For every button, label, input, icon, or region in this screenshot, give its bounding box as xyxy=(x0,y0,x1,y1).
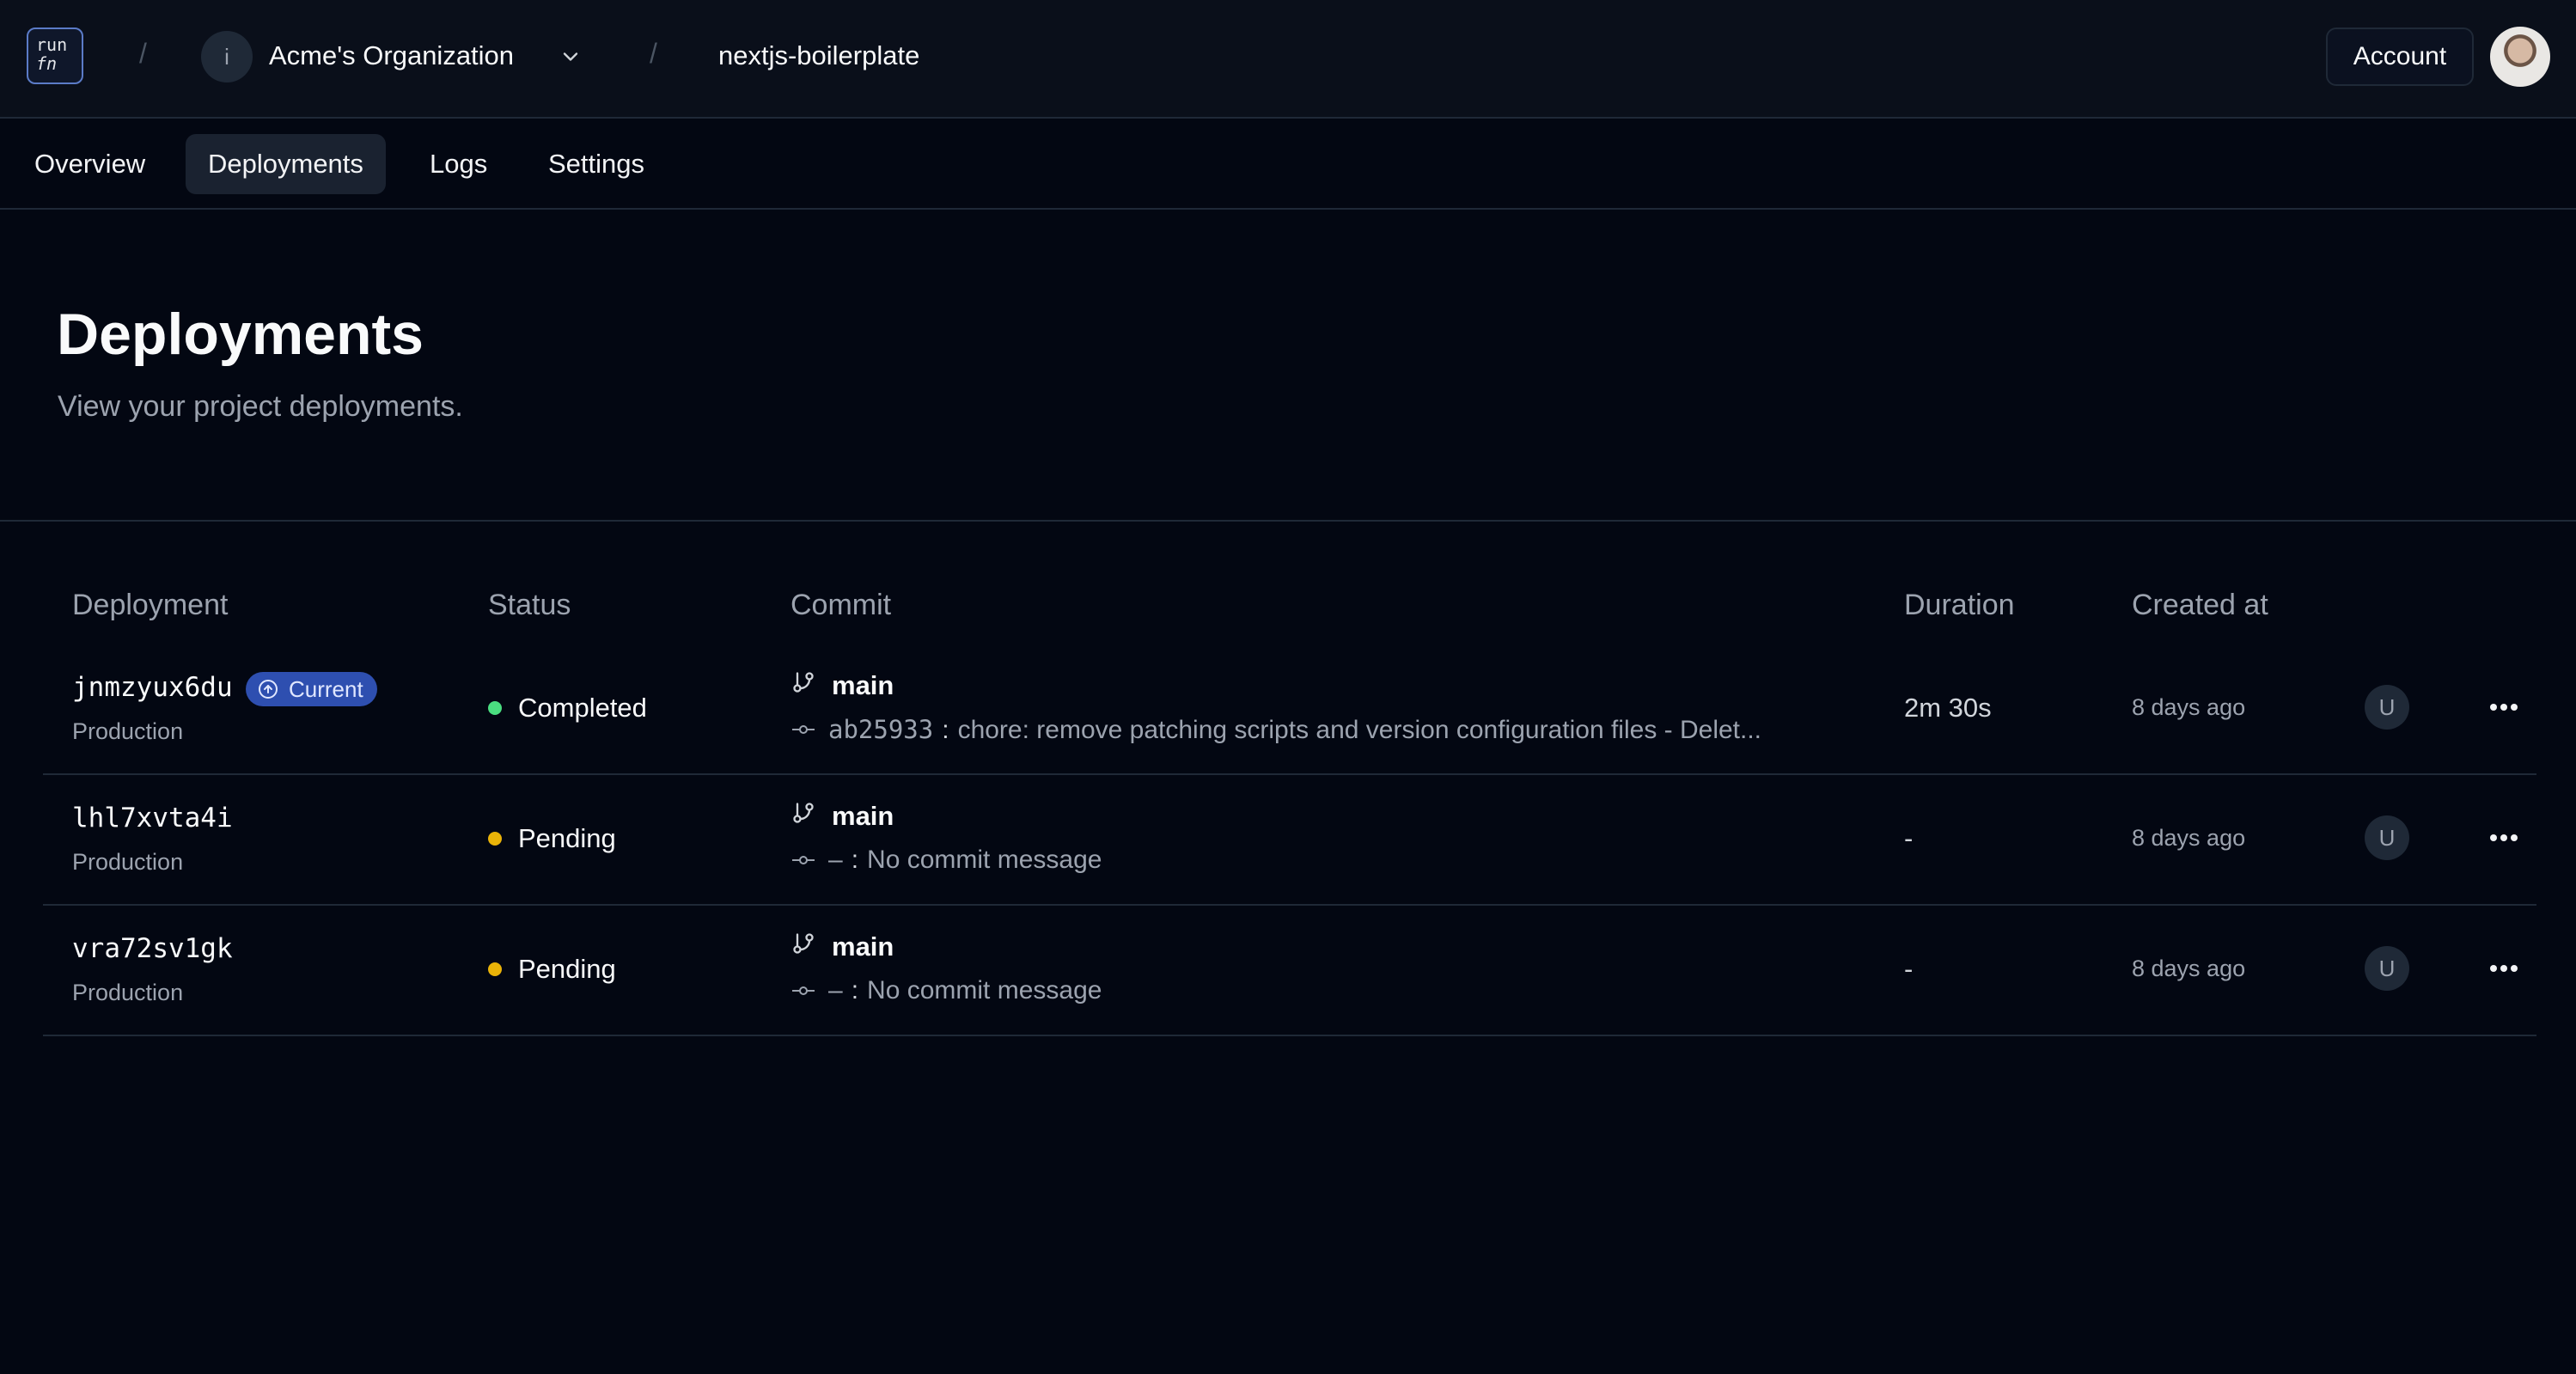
tab-settings[interactable]: Settings xyxy=(526,134,667,194)
chevron-down-icon[interactable] xyxy=(559,45,583,69)
branch-name[interactable]: main xyxy=(832,670,894,701)
column-header-created-at: Created at xyxy=(2132,589,2268,621)
more-horizontal-icon[interactable] xyxy=(2488,963,2519,974)
deployment-duration: - xyxy=(1904,954,1914,984)
breadcrumb-separator: / xyxy=(650,38,657,69)
user-avatar[interactable] xyxy=(2490,27,2550,87)
branch-icon xyxy=(793,933,814,954)
created-at: 8 days ago xyxy=(2132,825,2246,851)
status-dot-completed xyxy=(488,701,502,715)
deployment-id[interactable]: vra72sv1gk xyxy=(72,933,233,964)
branch-icon xyxy=(793,803,814,823)
column-header-commit: Commit xyxy=(791,589,892,621)
column-header-duration: Duration xyxy=(1904,589,2015,621)
user-initial-avatar: U xyxy=(2365,946,2409,991)
runfn-logo[interactable]: run fn xyxy=(27,27,83,84)
branch-icon xyxy=(793,672,814,693)
deployment-duration: - xyxy=(1904,823,1914,853)
deployment-id[interactable]: jnmzyux6du xyxy=(72,672,233,703)
status-dot-pending xyxy=(488,962,502,976)
tab-overview[interactable]: Overview xyxy=(12,134,168,194)
user-initial-avatar: U xyxy=(2365,685,2409,730)
commit-summary[interactable]: ab25933: chore: remove patching scripts a… xyxy=(828,715,1877,745)
status-dot-pending xyxy=(488,832,502,846)
commit-message: No commit message xyxy=(867,976,1102,1005)
table-row[interactable]: lhl7xvta4i Production Pending main –: No … xyxy=(43,775,2536,906)
page-title: Deployments xyxy=(57,302,424,367)
commit-separator: : xyxy=(942,716,949,744)
commit-message: No commit message xyxy=(867,846,1102,874)
branch-name[interactable]: main xyxy=(832,801,894,832)
commit-summary[interactable]: –: No commit message xyxy=(828,976,1877,1005)
top-bar: run fn / i Acme's Organization / nextjs-… xyxy=(0,0,2576,119)
commit-separator: : xyxy=(851,976,859,1005)
project-tabs: Overview Deployments Logs Settings xyxy=(0,119,2576,210)
column-header-status: Status xyxy=(488,589,571,621)
deployment-environment: Production xyxy=(72,718,184,744)
tab-logs[interactable]: Logs xyxy=(407,134,510,194)
org-switcher-label[interactable]: Acme's Organization xyxy=(269,40,514,71)
column-header-deployment: Deployment xyxy=(72,589,229,621)
commit-summary[interactable]: –: No commit message xyxy=(828,846,1877,875)
branch-name[interactable]: main xyxy=(832,931,894,962)
more-horizontal-icon[interactable] xyxy=(2488,702,2519,712)
project-name[interactable]: nextjs-boilerplate xyxy=(718,40,919,71)
commit-message: chore: remove patching scripts and versi… xyxy=(957,716,1762,744)
tab-deployments[interactable]: Deployments xyxy=(186,134,386,194)
deployment-environment: Production xyxy=(72,849,184,875)
created-at: 8 days ago xyxy=(2132,694,2246,720)
breadcrumb-separator: / xyxy=(139,38,147,69)
account-button[interactable]: Account xyxy=(2326,27,2474,86)
section-divider xyxy=(0,520,2576,522)
table-row[interactable]: vra72sv1gk Production Pending main –: No … xyxy=(43,906,2536,1036)
more-horizontal-icon[interactable] xyxy=(2488,833,2519,843)
current-badge: Current xyxy=(246,672,377,706)
status-text: Completed xyxy=(518,693,647,723)
arrow-up-circle-icon xyxy=(259,680,278,699)
commit-hash: – xyxy=(828,976,843,1005)
table-row[interactable]: jnmzyux6du Current Production Completed … xyxy=(43,644,2536,775)
badge-label: Current xyxy=(289,676,363,702)
deployment-environment: Production xyxy=(72,980,184,1005)
deployment-id[interactable]: lhl7xvta4i xyxy=(72,803,233,834)
org-avatar[interactable]: i xyxy=(201,31,253,82)
commit-hash: – xyxy=(828,846,843,874)
logo-line-1: run xyxy=(36,34,68,55)
logo-line-2: fn xyxy=(36,53,58,74)
deployment-duration: 2m 30s xyxy=(1904,693,1992,723)
status-text: Pending xyxy=(518,954,616,984)
commit-hash: ab25933 xyxy=(828,715,934,744)
user-initial-avatar: U xyxy=(2365,815,2409,860)
commit-icon xyxy=(792,725,815,734)
commit-icon xyxy=(792,856,815,864)
page-subtitle: View your project deployments. xyxy=(58,390,463,423)
commit-icon xyxy=(792,986,815,995)
created-at: 8 days ago xyxy=(2132,956,2246,981)
status-text: Pending xyxy=(518,823,616,853)
commit-separator: : xyxy=(851,846,859,874)
